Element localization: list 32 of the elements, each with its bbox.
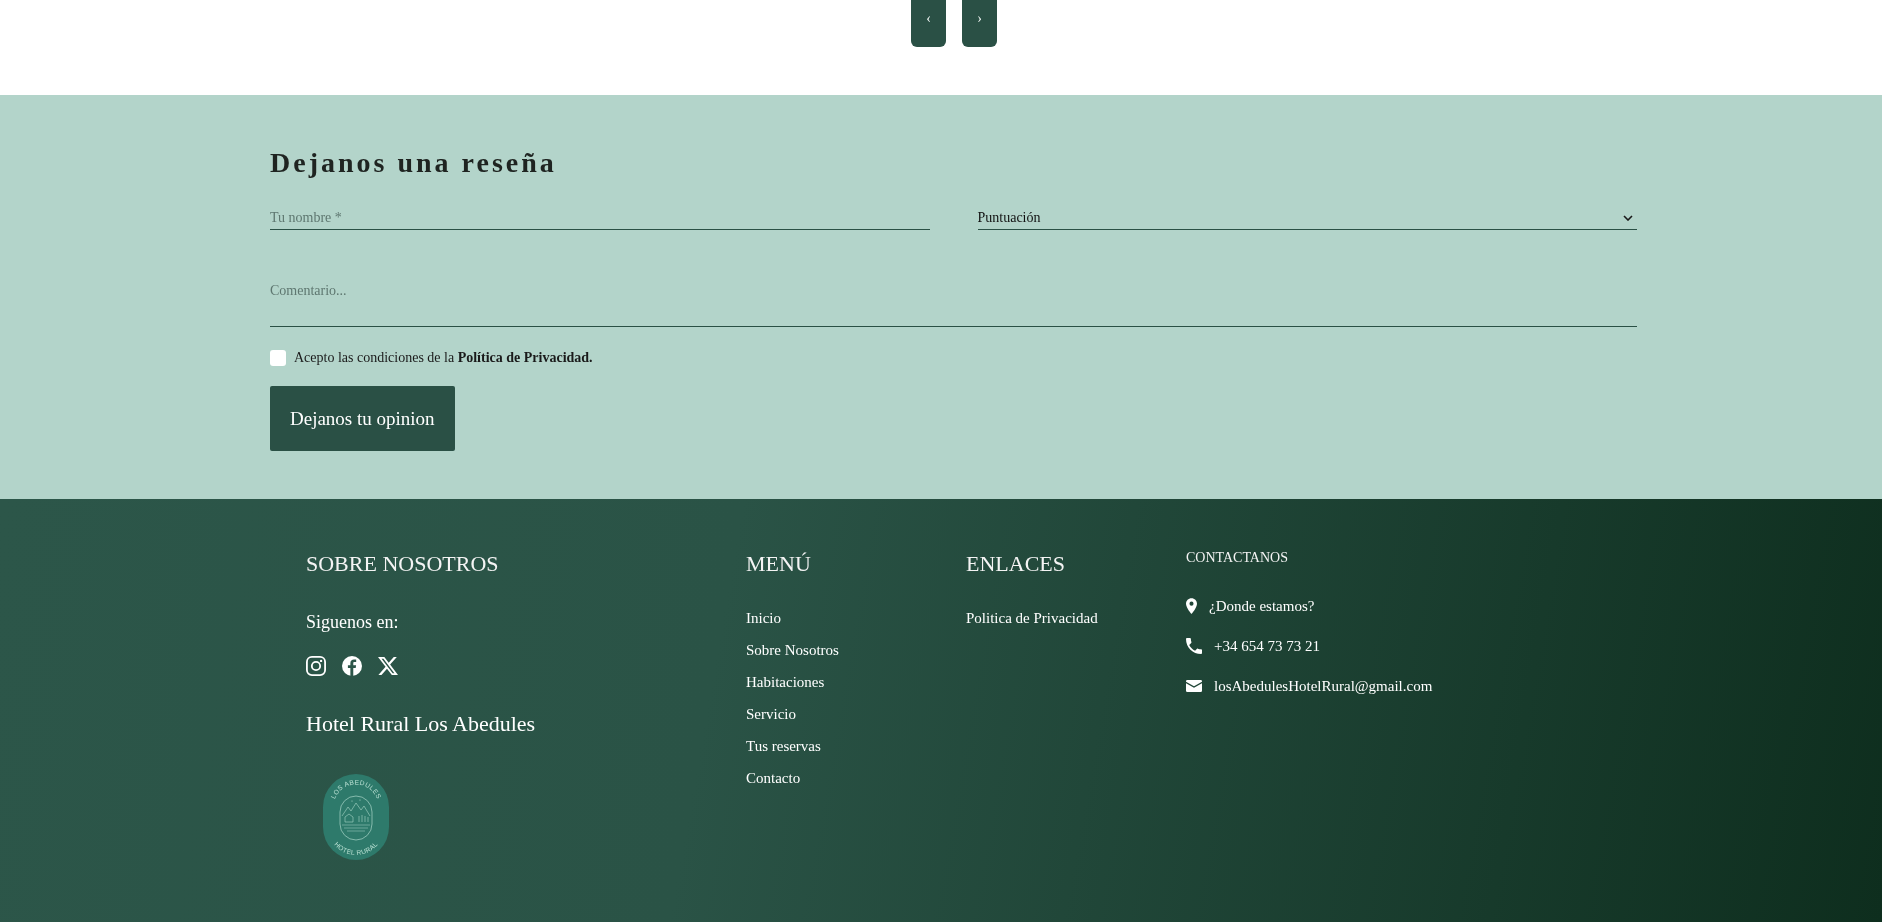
- rating-select[interactable]: Puntuación: [977, 206, 1637, 230]
- footer-menu-link[interactable]: Contacto: [746, 768, 839, 788]
- contact-link[interactable]: +34 654 73 73 21: [1214, 636, 1320, 656]
- contact-link[interactable]: ¿Donde estamos?: [1209, 596, 1315, 616]
- consent-checkbox[interactable]: [270, 350, 286, 366]
- x-logo-icon[interactable]: [378, 656, 398, 676]
- comment-field[interactable]: Comentario...: [270, 275, 1637, 327]
- next-page-button[interactable]: ›: [962, 0, 997, 47]
- section-title: Dejanos una reseña: [270, 146, 558, 180]
- map-pin-icon: [1186, 598, 1197, 614]
- footer-link[interactable]: Politica de Privacidad: [966, 608, 1098, 628]
- footer-heading: MENÚ: [746, 550, 811, 578]
- footer-menu-link[interactable]: Servicio: [746, 704, 839, 724]
- hotel-name: Hotel Rural Los Abedules: [306, 710, 536, 738]
- facebook-icon[interactable]: [342, 656, 362, 676]
- footer-menu-link[interactable]: Inicio: [746, 608, 839, 628]
- follow-label: Siguenos en:: [306, 611, 399, 634]
- chevron-down-icon: [1623, 214, 1633, 221]
- footer-menu-link[interactable]: Sobre Nosotros: [746, 640, 839, 660]
- footer-heading: CONTACTANOS: [1186, 550, 1288, 566]
- phone-icon: [1186, 638, 1202, 654]
- contact-link[interactable]: losAbedulesHotelRural@gmail.com: [1214, 676, 1433, 696]
- footer-heading: SOBRE NOSOTROS: [306, 550, 499, 578]
- name-field[interactable]: Tu nombre *: [270, 206, 930, 230]
- submit-button[interactable]: Dejanos tu opinion: [270, 386, 455, 451]
- previous-page-button[interactable]: ‹: [911, 0, 946, 47]
- envelope-icon: [1186, 680, 1202, 692]
- footer-heading: ENLACES: [966, 550, 1065, 578]
- consent-label: Acepto las condiciones de la Política de Privacidad.: [294, 350, 593, 366]
- instagram-icon[interactable]: [306, 656, 326, 676]
- footer-menu-link[interactable]: Habitaciones: [746, 672, 839, 692]
- footer-menu-link[interactable]: Tus reservas: [746, 736, 839, 756]
